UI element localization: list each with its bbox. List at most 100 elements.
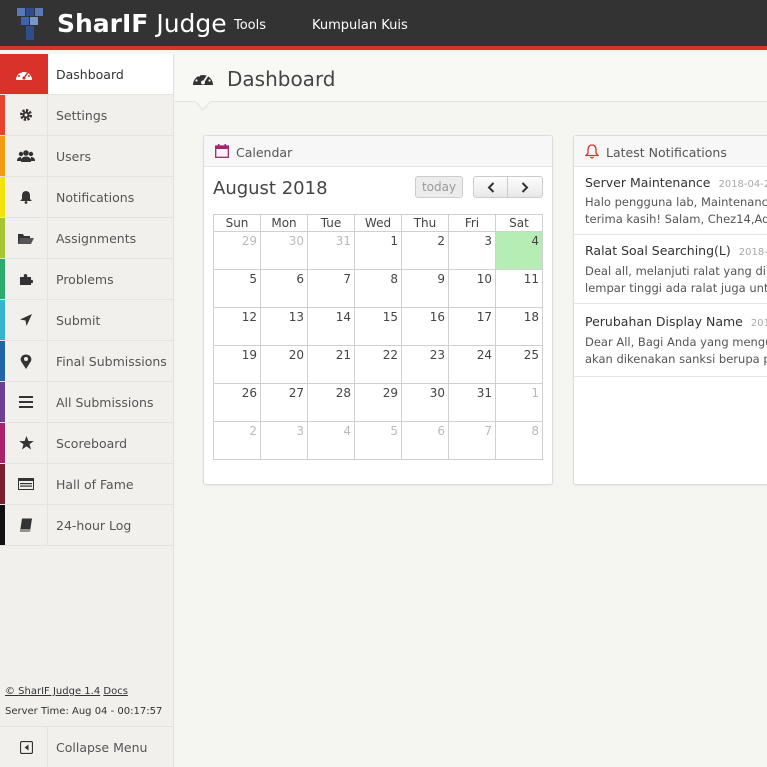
calendar-day-cell[interactable]: 7: [448, 421, 496, 460]
book-icon: [5, 505, 48, 545]
calendar-day-cell[interactable]: 3: [448, 231, 496, 270]
sidebar-item-notifications[interactable]: Notifications: [0, 177, 173, 218]
calendar-day-cell[interactable]: 10: [448, 269, 496, 308]
calendar-day-cell[interactable]: 31: [448, 383, 496, 422]
folder-open-icon: [5, 218, 48, 258]
calendar-day-cell[interactable]: 12: [213, 307, 261, 346]
nav-tools[interactable]: Tools: [234, 18, 266, 33]
notification-title[interactable]: Perubahan Display Name2018-: [585, 314, 767, 329]
copyright-link[interactable]: © SharIF Judge 1.4: [5, 686, 100, 697]
next-month-button[interactable]: [507, 176, 543, 198]
chevron-left-icon: [487, 181, 494, 193]
notification-title[interactable]: Ralat Soal Searching(L)2018-02-2: [585, 243, 767, 258]
calendar-day-cell[interactable]: 16: [401, 307, 449, 346]
notification-item[interactable]: Ralat Soal Searching(L)2018-02-2 Deal al…: [574, 235, 767, 304]
calendar-day-cell[interactable]: 29: [354, 383, 402, 422]
sharif-logo-icon[interactable]: [17, 8, 43, 40]
notification-item[interactable]: Perubahan Display Name2018- Dear All, Ba…: [574, 304, 767, 377]
calendar-day-cell[interactable]: 2: [401, 231, 449, 270]
calendar-day-cell[interactable]: 3: [260, 421, 308, 460]
docs-link[interactable]: Docs: [103, 686, 128, 697]
server-time: Server Time: Aug 04 - 00:17:57: [5, 706, 163, 717]
notification-body-line: lempar tinggi ada ralat juga untu: [585, 281, 767, 295]
calendar-week-row: 12 13 14 15 16 17 18: [213, 307, 543, 346]
notification-body-line: Halo pengguna lab, Maintenance: [585, 195, 767, 209]
collapse-menu-button[interactable]: Collapse Menu: [0, 726, 173, 767]
calendar-day-cell[interactable]: 7: [307, 269, 355, 308]
star-icon: [5, 423, 48, 463]
map-marker-icon: [5, 341, 48, 381]
calendar-day-cell[interactable]: 20: [260, 345, 308, 384]
calendar-day-cell[interactable]: 5: [354, 421, 402, 460]
calendar-day-cell[interactable]: 8: [495, 421, 543, 460]
sidebar-item-label: Scoreboard: [56, 436, 128, 451]
calendar-day-cell[interactable]: 6: [260, 269, 308, 308]
notification-body-line: Deal all, melanjuti ralat yang di ID: [585, 264, 767, 278]
notification-body-line: terima kasih! Salam, Chez14,Adm: [585, 212, 767, 226]
calendar-day-cell[interactable]: 15: [354, 307, 402, 346]
calendar-day-cell[interactable]: 31: [307, 231, 355, 270]
notification-item[interactable]: Server Maintenance2018-04-25 1 Halo peng…: [574, 167, 767, 235]
sidebar-item-settings[interactable]: Settings: [0, 95, 173, 136]
calendar-day-cell[interactable]: 11: [495, 269, 543, 308]
calendar-day-cell[interactable]: 8: [354, 269, 402, 308]
calendar-day-cell[interactable]: 9: [401, 269, 449, 308]
calendar-day-cell[interactable]: 6: [401, 421, 449, 460]
sidebar-item-dashboard[interactable]: Dashboard: [0, 54, 173, 95]
sidebar-item-all-submissions[interactable]: All Submissions: [0, 382, 173, 423]
calendar-day-cell[interactable]: 25: [495, 345, 543, 384]
calendar-week-row: 5 6 7 8 9 10 11: [213, 269, 543, 308]
calendar-day-cell[interactable]: 1: [354, 231, 402, 270]
calendar-day-cell[interactable]: 29: [213, 231, 261, 270]
calendar-day-cell-today[interactable]: 4: [495, 231, 543, 270]
bell-icon: [5, 177, 48, 217]
calendar-day-cell[interactable]: 5: [213, 269, 261, 308]
weekday-header: Tue: [307, 214, 355, 232]
notification-title[interactable]: Server Maintenance2018-04-25 1: [585, 175, 767, 190]
calendar-panel-title: Calendar: [236, 145, 293, 160]
header-caret: [195, 101, 211, 111]
calendar-day-cell[interactable]: 17: [448, 307, 496, 346]
sidebar-item-hall-of-fame[interactable]: Hall of Fame: [0, 464, 173, 505]
calendar-panel-header: Calendar: [204, 136, 552, 167]
notification-body-line: akan dikenakan sanksi berupa pe: [585, 352, 767, 366]
calendar-day-cell[interactable]: 18: [495, 307, 543, 346]
calendar-day-cell[interactable]: 23: [401, 345, 449, 384]
nav-kumpulan-kuis[interactable]: Kumpulan Kuis: [312, 18, 408, 33]
calendar-day-cell[interactable]: 19: [213, 345, 261, 384]
calendar-day-cell[interactable]: 2: [213, 421, 261, 460]
sidebar-item-problems[interactable]: Problems: [0, 259, 173, 300]
sidebar-item-label: Settings: [56, 108, 108, 123]
calendar-day-cell[interactable]: 1: [495, 383, 543, 422]
sidebar-item-assignments[interactable]: Assignments: [0, 218, 173, 259]
collapse-left-icon: [5, 727, 48, 767]
calendar-day-cell[interactable]: 13: [260, 307, 308, 346]
calendar-day-cell[interactable]: 27: [260, 383, 308, 422]
sidebar-item-scoreboard[interactable]: Scoreboard: [0, 423, 173, 464]
app-title[interactable]: SharIF Judge: [57, 9, 227, 38]
calendar-day-cell[interactable]: 14: [307, 307, 355, 346]
calendar-day-cell[interactable]: 30: [260, 231, 308, 270]
weekday-header: Mon: [260, 214, 308, 232]
calendar-day-cell[interactable]: 22: [354, 345, 402, 384]
calendar-day-cell[interactable]: 24: [448, 345, 496, 384]
calendar-day-cell[interactable]: 26: [213, 383, 261, 422]
sidebar-item-submit[interactable]: Submit: [0, 300, 173, 341]
weekday-header-row: Sun Mon Tue Wed Thu Fri Sat: [213, 214, 543, 232]
sidebar-item-24-hour-log[interactable]: 24-hour Log: [0, 505, 173, 546]
prev-month-button[interactable]: [473, 176, 508, 198]
sidebar-item-final-submissions[interactable]: Final Submissions: [0, 341, 173, 382]
sidebar-item-label: Problems: [56, 272, 114, 287]
today-button[interactable]: today: [415, 176, 463, 198]
calendar-week-row: 19 20 21 22 23 24 25: [213, 345, 543, 384]
notification-date: 2018-02-2: [738, 247, 767, 258]
chevron-right-icon: [521, 181, 529, 193]
page-header: Dashboard: [175, 54, 767, 111]
calendar-day-cell[interactable]: 30: [401, 383, 449, 422]
notification-date: 2018-: [750, 318, 767, 329]
notifications-panel-header: Latest Notifications: [574, 136, 767, 167]
sidebar-item-users[interactable]: Users: [0, 136, 173, 177]
calendar-day-cell[interactable]: 28: [307, 383, 355, 422]
calendar-day-cell[interactable]: 21: [307, 345, 355, 384]
calendar-day-cell[interactable]: 4: [307, 421, 355, 460]
